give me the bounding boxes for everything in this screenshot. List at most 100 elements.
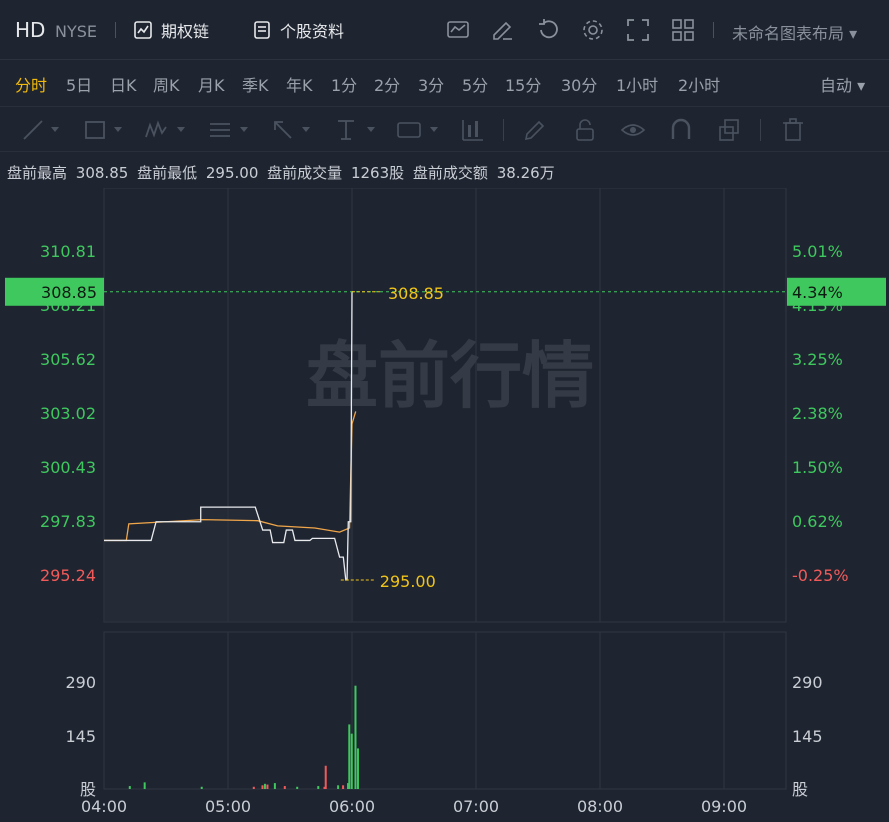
pct-tick-label: 0.62% (792, 512, 843, 531)
trend-line-icon[interactable] (20, 117, 46, 143)
chevron-down-icon: ▾ (849, 24, 858, 43)
text-label-icon[interactable] (396, 117, 422, 143)
chevron-down-icon[interactable] (177, 127, 185, 132)
volume-bar (350, 733, 353, 789)
draw-edit-icon[interactable] (490, 17, 516, 43)
volume-bar (296, 786, 299, 789)
chevron-down-icon: ▾ (857, 76, 866, 95)
volume-tick-label-right: 股 (792, 780, 808, 799)
volume-bar (342, 785, 345, 789)
period-tab[interactable]: 1小时 (616, 72, 658, 96)
price-chart[interactable]: 盘前行情310.815.01%308.214.13%305.623.25%303… (0, 188, 889, 822)
volume-bar (261, 785, 264, 789)
low-marker-label: 295.00 (380, 572, 436, 591)
price-tick-label: 305.62 (40, 350, 96, 369)
price-range-icon[interactable] (333, 117, 359, 143)
price-tick-label: 297.83 (40, 512, 96, 531)
volume-bar (200, 786, 203, 789)
volume-value: 1263股 (350, 164, 405, 182)
volume-pane (103, 631, 787, 790)
header-divider (713, 22, 714, 38)
volume-bar (354, 685, 357, 789)
chevron-down-icon[interactable] (51, 127, 59, 132)
period-tab[interactable]: 周K (153, 72, 180, 96)
period-tab[interactable]: 15分 (505, 72, 541, 96)
volume-bar (337, 785, 340, 789)
period-tab[interactable]: 5日 (66, 72, 92, 96)
rectangle-icon[interactable] (82, 117, 108, 143)
volume-bar (263, 783, 266, 789)
copy-icon[interactable] (716, 117, 742, 143)
price-tick-label: 303.02 (40, 404, 96, 423)
period-tab[interactable]: 分时 (15, 72, 47, 96)
time-tick-label: 07:00 (453, 797, 499, 816)
period-bar: 分时 5日 日K 周K 月K 季K 年K 1分 2分 3分 5分 15分 30分… (0, 60, 889, 106)
period-tab[interactable]: 月K (198, 72, 225, 96)
options-chain-button[interactable]: 期权链 (133, 14, 209, 46)
header-divider (115, 22, 116, 38)
volume-tick-label: 145 (65, 727, 96, 746)
period-tab[interactable]: 日K (110, 72, 137, 96)
lock-icon[interactable] (572, 117, 598, 143)
symbol: HD (15, 18, 46, 42)
gear-icon[interactable] (580, 17, 606, 43)
low-label: 盘前最低 (137, 164, 198, 182)
bar-indicator-icon[interactable] (460, 117, 486, 143)
layout-selector[interactable]: 未命名图表布局 ▾ (732, 20, 857, 44)
pct-tick-label: 5.01% (792, 242, 843, 261)
stock-profile-button[interactable]: 个股资料 (252, 14, 344, 46)
auto-scale-selector[interactable]: 自动 ▾ (820, 72, 865, 96)
volume-bar (324, 765, 327, 789)
options-chain-icon (134, 21, 152, 39)
wave-pattern-icon[interactable] (143, 117, 169, 143)
pencil-icon[interactable] (522, 117, 548, 143)
volume-bar (252, 786, 255, 789)
trash-icon[interactable] (780, 117, 806, 143)
volume-tick-label: 290 (65, 673, 96, 692)
chevron-down-icon[interactable] (430, 127, 438, 132)
chevron-down-icon[interactable] (240, 127, 248, 132)
toolbar-divider (503, 119, 504, 141)
volume-bar (356, 748, 359, 789)
layout-grid-icon[interactable] (670, 17, 696, 43)
volume-tick-label-right: 290 (792, 673, 823, 692)
volume-bar (348, 724, 351, 789)
volume-tick-label-right: 145 (792, 727, 823, 746)
period-tab[interactable]: 年K (286, 72, 313, 96)
eye-icon[interactable] (620, 117, 646, 143)
price-tick-label: 310.81 (40, 242, 96, 261)
pct-tick-label: 2.38% (792, 404, 843, 423)
period-tab[interactable]: 3分 (418, 72, 444, 96)
exchange: NYSE (55, 22, 98, 41)
chevron-down-icon[interactable] (114, 127, 122, 132)
arrow-tool-icon[interactable] (270, 117, 296, 143)
undo-refresh-icon[interactable] (535, 17, 561, 43)
time-tick-label: 08:00 (577, 797, 623, 816)
indicator-icon[interactable] (445, 17, 471, 43)
chevron-down-icon[interactable] (367, 127, 375, 132)
chevron-down-icon[interactable] (302, 127, 310, 132)
period-tab[interactable]: 季K (242, 72, 269, 96)
period-tab[interactable]: 2分 (374, 72, 400, 96)
period-tab[interactable]: 30分 (561, 72, 597, 96)
premarket-info: 盘前最高 308.85 盘前最低 295.00 盘前成交量 1263股 盘前成交… (7, 162, 559, 183)
time-tick-label: 05:00 (205, 797, 251, 816)
volume-bar (128, 786, 131, 789)
chart-header: HD NYSE 期权链 个股资料 未命名图表布局 ▾ (0, 0, 889, 60)
volume-bar (283, 786, 286, 789)
high-marker-label: 308.85 (388, 284, 444, 303)
fullscreen-icon[interactable] (625, 17, 651, 43)
period-tab[interactable]: 1分 (331, 72, 357, 96)
magnet-icon[interactable] (668, 117, 694, 143)
auto-label: 自动 (820, 76, 853, 95)
period-tab[interactable]: 2小时 (678, 72, 720, 96)
volume-bar (143, 782, 146, 789)
period-tab[interactable]: 5分 (462, 72, 488, 96)
watermark: 盘前行情 (306, 334, 594, 418)
drawing-toolbar (0, 106, 889, 152)
options-chain-label: 期权链 (161, 22, 210, 41)
stock-profile-label: 个股资料 (280, 22, 345, 41)
fibonacci-icon[interactable] (207, 117, 233, 143)
volume-label: 盘前成交量 (267, 164, 343, 182)
turnover-label: 盘前成交额 (412, 164, 488, 182)
